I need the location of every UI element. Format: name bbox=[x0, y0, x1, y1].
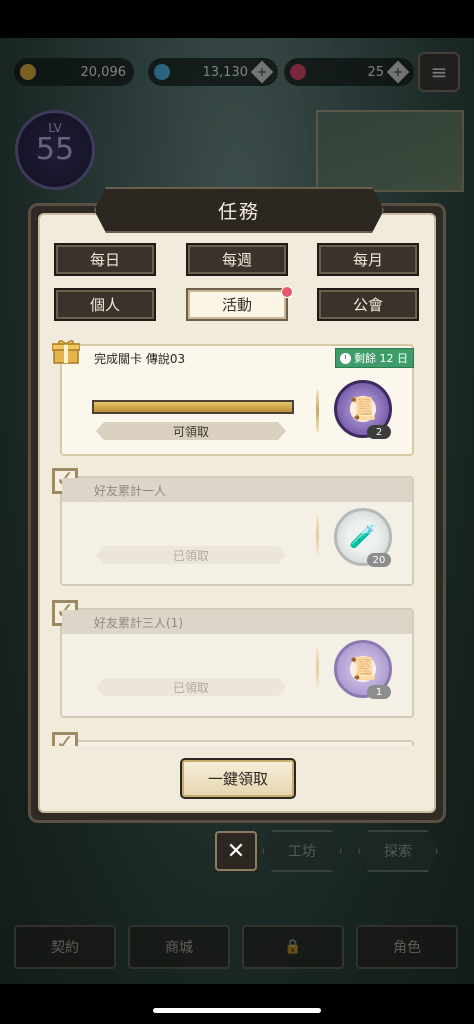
tab-personal-label: 個人 bbox=[89, 296, 120, 314]
quest-body: 已領取 🧪 20 bbox=[62, 502, 412, 584]
reward-item[interactable]: 📜 2 bbox=[334, 380, 392, 439]
tab-monthly-label: 每月 bbox=[352, 251, 383, 269]
scroll-icon: 📜 bbox=[349, 656, 377, 682]
quest-card: ✓ 好友累計三人(1) 已領取 📜 1 bbox=[52, 600, 414, 718]
reward-quantity: 1 bbox=[367, 685, 391, 699]
claimed-label: 已領取 bbox=[96, 678, 286, 696]
quest-list[interactable]: 完成關卡 傳說03 剩餘 12 日 可領取 📜 2 ✓ 好友累計一人 已領取 🧪… bbox=[52, 338, 424, 746]
divider-ornament bbox=[316, 646, 319, 688]
quest-title: 好友累計一人 bbox=[62, 478, 412, 502]
tab-daily[interactable]: 每日 bbox=[54, 243, 156, 276]
close-icon: ✕ bbox=[226, 838, 246, 864]
checkbox-checked-icon: ✓ bbox=[52, 732, 78, 746]
tab-event-label: 活動 bbox=[221, 296, 252, 314]
quest-card: 完成關卡 傳說03 剩餘 12 日 可領取 📜 2 bbox=[52, 340, 414, 456]
claim-all-button[interactable]: 一鍵領取 bbox=[180, 758, 296, 799]
time-remaining-text: 剩餘 12 日 bbox=[354, 352, 408, 365]
claim-button[interactable]: 可領取 bbox=[96, 422, 286, 440]
reward-item[interactable]: 📜 1 bbox=[334, 640, 392, 699]
quest-card: ✓ 好友累計一人 已領取 🧪 20 bbox=[52, 468, 414, 586]
clock-icon bbox=[340, 352, 351, 364]
notification-dot bbox=[281, 286, 293, 298]
scroll-icon: 📜 bbox=[349, 396, 377, 422]
tab-weekly[interactable]: 每週 bbox=[186, 243, 288, 276]
tab-daily-label: 每日 bbox=[89, 251, 120, 269]
modal-title: 任務 bbox=[94, 187, 384, 233]
reward-item[interactable]: 🧪 20 bbox=[334, 508, 392, 567]
progress-fill bbox=[94, 402, 292, 412]
quest-card: ✓ bbox=[52, 732, 414, 746]
tab-personal[interactable]: 個人 bbox=[54, 288, 156, 321]
tab-monthly[interactable]: 每月 bbox=[317, 243, 419, 276]
quest-body: 可領取 📜 2 bbox=[62, 370, 412, 454]
reward-quantity: 20 bbox=[367, 553, 391, 567]
tab-weekly-label: 每週 bbox=[221, 251, 252, 269]
divider-ornament bbox=[316, 390, 319, 432]
close-button[interactable]: ✕ bbox=[215, 831, 257, 871]
quest-body: 已領取 📜 1 bbox=[62, 634, 412, 716]
time-remaining-badge: 剩餘 12 日 bbox=[335, 348, 414, 368]
tab-guild[interactable]: 公會 bbox=[317, 288, 419, 321]
reward-quantity: 2 bbox=[367, 425, 391, 439]
quest-progress-bar bbox=[92, 400, 294, 414]
potion-icon: 🧪 bbox=[349, 524, 377, 550]
home-indicator[interactable] bbox=[153, 1008, 321, 1013]
tab-event[interactable]: 活動 bbox=[186, 288, 288, 321]
tab-guild-label: 公會 bbox=[352, 296, 383, 314]
quest-title: 好友累計三人(1) bbox=[62, 610, 412, 634]
claimed-label: 已領取 bbox=[96, 546, 286, 564]
divider-ornament bbox=[316, 514, 319, 556]
